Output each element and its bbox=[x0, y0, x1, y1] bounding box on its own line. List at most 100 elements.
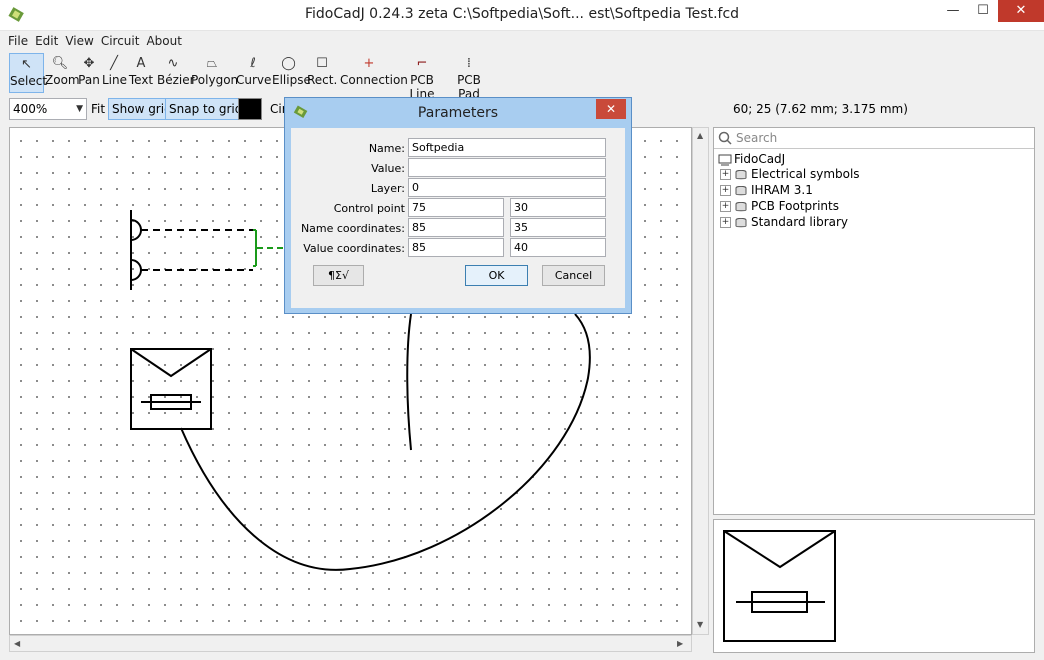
menu-view[interactable]: View bbox=[62, 31, 96, 51]
library-search[interactable]: Search bbox=[714, 128, 1034, 149]
symbols-button[interactable]: ¶Σ√ bbox=[313, 265, 364, 286]
tool-bezier[interactable]: ∿ Bézier bbox=[157, 53, 195, 93]
tool-pcb-line[interactable]: ⌐ PCB Line bbox=[400, 53, 444, 101]
tool-line[interactable]: ╱ Line bbox=[102, 53, 128, 93]
library-item-label: Electrical symbols bbox=[751, 167, 860, 181]
scroll-right-icon[interactable]: ▶ bbox=[677, 639, 683, 648]
tool-label: Bézier bbox=[157, 73, 195, 87]
tool-ellipse[interactable]: ◯ Ellipse bbox=[272, 53, 311, 93]
tree-root-label: FidoCadJ bbox=[734, 152, 786, 166]
zoom-value: 400% bbox=[13, 102, 48, 116]
search-input[interactable]: Search bbox=[736, 131, 777, 145]
minimize-button[interactable]: — bbox=[938, 0, 968, 22]
tool-text[interactable]: A Text bbox=[127, 53, 155, 93]
dialog-close-button[interactable]: ✕ bbox=[596, 99, 626, 119]
tool-curve[interactable]: ℓ Curve bbox=[236, 53, 272, 93]
library-panel: Search FidoCadJ + Electrical symbols + IHR… bbox=[713, 127, 1035, 515]
layer-color-swatch[interactable] bbox=[238, 98, 262, 120]
tool-pcb-pad[interactable]: ⁞ PCB Pad bbox=[447, 53, 491, 101]
tree-root[interactable]: FidoCadJ bbox=[718, 152, 785, 166]
tool-rect[interactable]: ☐ Rect. bbox=[307, 53, 337, 93]
fuse-preview bbox=[723, 530, 836, 642]
menu-circuit[interactable]: Circuit bbox=[98, 31, 143, 51]
close-button[interactable]: ✕ bbox=[998, 0, 1044, 22]
scroll-left-icon[interactable]: ◀ bbox=[14, 639, 20, 648]
library-item-standard-library[interactable]: + Standard library bbox=[720, 214, 848, 230]
value-coordinates-label: Value coordinates: bbox=[303, 242, 405, 255]
tool-zoom[interactable]: 🔍︎ Zoom bbox=[45, 53, 80, 93]
database-icon bbox=[735, 169, 747, 179]
tool-label: Text bbox=[128, 73, 154, 87]
value-label: Value: bbox=[371, 162, 405, 175]
magnifier-icon: 🔍︎ bbox=[51, 56, 69, 71]
tool-label: Pan bbox=[78, 73, 100, 87]
control-point-label: Control point bbox=[333, 202, 405, 215]
parameters-dialog: Parameters ✕ Name: Softpedia Value: Laye… bbox=[284, 97, 632, 314]
name-label: Name: bbox=[368, 142, 405, 155]
tool-label: Line bbox=[102, 73, 128, 87]
snap-to-grid-toggle[interactable]: Snap to grid bbox=[165, 98, 247, 120]
connection-icon: + bbox=[363, 56, 375, 71]
rect-icon: ☐ bbox=[316, 56, 328, 71]
expand-icon[interactable]: + bbox=[720, 185, 731, 196]
library-item-electrical-symbols[interactable]: + Electrical symbols bbox=[720, 166, 860, 182]
bezier-curves bbox=[180, 313, 591, 571]
search-icon bbox=[718, 131, 732, 145]
menu-about[interactable]: About bbox=[143, 31, 184, 51]
connector-symbol bbox=[130, 210, 253, 290]
curve-icon: ℓ bbox=[250, 56, 256, 71]
expand-icon[interactable]: + bbox=[720, 201, 731, 212]
expand-icon[interactable]: + bbox=[720, 169, 731, 180]
tool-label: Zoom bbox=[45, 73, 80, 87]
tool-label: Curve bbox=[236, 73, 272, 87]
control-y-field[interactable]: 30 bbox=[510, 198, 606, 217]
green-connection bbox=[253, 229, 286, 267]
library-item-label: Standard library bbox=[751, 215, 849, 229]
fuse-symbol bbox=[130, 348, 212, 430]
cancel-button[interactable]: Cancel bbox=[542, 265, 605, 286]
menu-edit[interactable]: Edit bbox=[32, 31, 61, 51]
layer-label: Layer: bbox=[370, 182, 405, 195]
expand-icon[interactable]: + bbox=[720, 217, 731, 228]
name-field[interactable]: Softpedia bbox=[408, 138, 606, 157]
name-x-field[interactable]: 85 bbox=[408, 218, 504, 237]
horizontal-scrollbar[interactable]: ◀ ▶ bbox=[9, 635, 692, 652]
tool-connection[interactable]: + Connection bbox=[340, 53, 408, 93]
cursor-coordinates: 60; 25 (7.62 mm; 3.175 mm) bbox=[733, 102, 908, 116]
polygon-icon: ⏢ bbox=[206, 56, 218, 71]
fit-button[interactable]: Fit bbox=[91, 102, 105, 116]
text-icon: A bbox=[136, 56, 146, 71]
library-item-label: IHRAM 3.1 bbox=[751, 183, 813, 197]
tool-label: Rect. bbox=[307, 73, 338, 87]
vertical-scrollbar[interactable]: ▲ ▼ bbox=[692, 127, 709, 635]
database-icon bbox=[735, 217, 747, 227]
title-bar: FidoCadJ 0.24.3 zeta C:\Softpedia\Soft..… bbox=[0, 0, 1044, 31]
tool-label: Select bbox=[10, 74, 48, 88]
scroll-up-icon[interactable]: ▲ bbox=[697, 131, 703, 140]
tool-pan[interactable]: ✥ Pan bbox=[77, 53, 101, 93]
value-x-field[interactable]: 85 bbox=[408, 238, 504, 257]
symbol-preview bbox=[713, 519, 1035, 653]
value-y-field[interactable]: 40 bbox=[510, 238, 606, 257]
library-item-pcb-footprints[interactable]: + PCB Footprints bbox=[720, 198, 839, 214]
pan-icon: ✥ bbox=[83, 56, 95, 71]
control-x-field[interactable]: 75 bbox=[408, 198, 504, 217]
zoom-select[interactable]: 400% ▼ bbox=[9, 98, 87, 120]
layer-field[interactable]: 0 bbox=[408, 178, 606, 197]
tool-label: Ellipse bbox=[272, 73, 311, 87]
bezier-icon: ∿ bbox=[167, 56, 179, 71]
tool-select[interactable]: ↖ Select bbox=[9, 53, 48, 93]
dialog-title: Parameters bbox=[417, 105, 499, 121]
maximize-button[interactable]: ☐ bbox=[968, 0, 998, 22]
pcb-line-icon: ⌐ bbox=[416, 56, 428, 71]
ok-button[interactable]: OK bbox=[465, 265, 528, 286]
database-icon bbox=[735, 201, 747, 211]
name-y-field[interactable]: 35 bbox=[510, 218, 606, 237]
library-item-ihram[interactable]: + IHRAM 3.1 bbox=[720, 182, 813, 198]
value-field[interactable] bbox=[408, 158, 606, 177]
tool-polygon[interactable]: ⏢ Polygon bbox=[191, 53, 238, 93]
library-item-label: PCB Footprints bbox=[751, 199, 839, 213]
scroll-down-icon[interactable]: ▼ bbox=[697, 620, 703, 629]
line-icon: ╱ bbox=[110, 56, 118, 71]
menu-file[interactable]: File bbox=[5, 31, 31, 51]
